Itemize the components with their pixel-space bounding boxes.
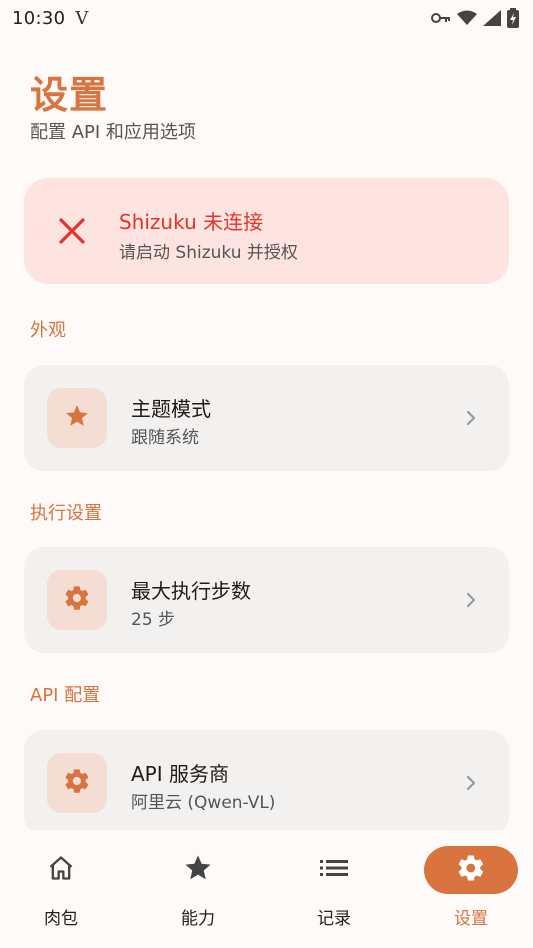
star-icon: [183, 853, 213, 887]
gear-icon: [63, 584, 91, 616]
status-bar: 10:30 V: [0, 0, 533, 36]
status-icons: [431, 8, 519, 28]
setting-value: 阿里云 (Qwen-VL): [131, 793, 276, 813]
setting-api-provider[interactable]: API 服务商 阿里云 (Qwen-VL): [24, 730, 509, 836]
key-icon: [431, 12, 451, 24]
setting-value: 25 步: [131, 610, 176, 630]
setting-theme-mode[interactable]: 主题模式 跟随系统: [24, 365, 509, 471]
battery-charging-icon: [507, 8, 519, 28]
status-time: 10:30: [12, 7, 66, 29]
wifi-icon: [457, 10, 477, 26]
setting-title: 最大执行步数: [131, 579, 251, 603]
setting-title: 主题模式: [131, 397, 211, 421]
signal-icon: [483, 10, 501, 26]
section-label-api: API 配置: [30, 685, 101, 706]
chevron-right-icon: [465, 409, 477, 427]
nav-label: 肉包: [44, 909, 78, 929]
setting-max-steps[interactable]: 最大执行步数 25 步: [24, 547, 509, 653]
setting-icon-box: [47, 388, 107, 448]
bottom-navigation: 肉包 能力 记录 设置: [0, 830, 533, 948]
nav-label: 能力: [181, 909, 215, 929]
nav-icon-container: [287, 846, 381, 894]
close-icon: [57, 216, 87, 246]
chevron-right-icon: [465, 774, 477, 792]
chevron-right-icon: [465, 591, 477, 609]
star-icon: [64, 403, 90, 433]
nav-item-settings[interactable]: 设置: [421, 846, 521, 929]
nav-item-capabilities[interactable]: 能力: [148, 846, 248, 929]
gear-icon: [456, 853, 486, 887]
setting-value: 跟随系统: [131, 428, 199, 448]
nav-label: 记录: [317, 909, 351, 929]
shizuku-status-card[interactable]: Shizuku 未连接 请启动 Shizuku 并授权: [24, 178, 509, 284]
nav-label: 设置: [454, 909, 488, 929]
section-label-execution: 执行设置: [30, 503, 102, 524]
nav-icon-container: [424, 846, 518, 894]
page-title: 设置: [30, 73, 109, 117]
page-subtitle: 配置 API 和应用选项: [30, 122, 196, 143]
shizuku-status-title: Shizuku 未连接: [119, 210, 264, 234]
home-icon: [47, 854, 75, 886]
nav-icon-container: [14, 846, 108, 894]
nav-item-roubao[interactable]: 肉包: [11, 846, 111, 929]
section-label-appearance: 外观: [30, 320, 66, 341]
gear-icon: [63, 767, 91, 799]
nav-item-records[interactable]: 记录: [284, 846, 384, 929]
carrier-glyph: V: [75, 7, 89, 29]
list-icon: [319, 856, 349, 884]
setting-icon-box: [47, 570, 107, 630]
shizuku-status-subtitle: 请启动 Shizuku 并授权: [119, 243, 298, 263]
setting-title: API 服务商: [131, 762, 229, 786]
setting-icon-box: [47, 753, 107, 813]
nav-icon-container: [151, 846, 245, 894]
